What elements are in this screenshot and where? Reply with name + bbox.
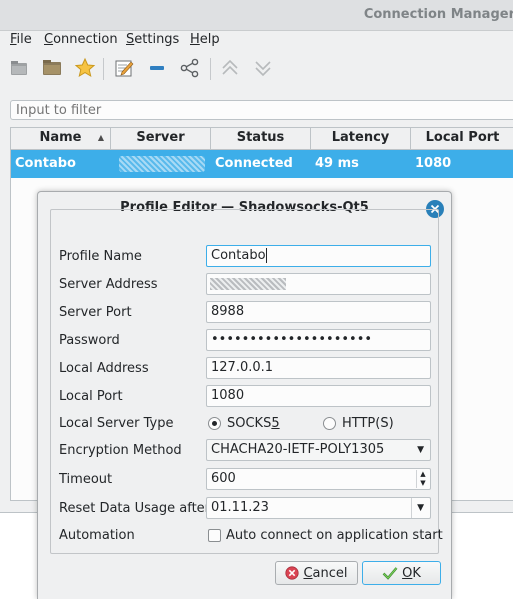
star-icon[interactable] bbox=[72, 55, 98, 81]
table-row[interactable]: Contabo Connected 49 ms 1080 bbox=[11, 150, 513, 178]
cell-local-port: 1080 bbox=[415, 156, 452, 171]
toolbar-separator bbox=[103, 58, 104, 80]
spin-down-icon[interactable]: ▼ bbox=[416, 479, 429, 488]
column-header-local-port[interactable]: Local Port bbox=[411, 128, 513, 149]
encryption-method-select[interactable]: CHACHA20-IETF-POLY1305 ▼ bbox=[206, 439, 431, 461]
label-timeout: Timeout bbox=[59, 472, 113, 487]
label-automation: Automation bbox=[59, 528, 135, 543]
menu-settings[interactable]: Settings bbox=[126, 32, 179, 47]
checkmark-icon bbox=[382, 567, 398, 580]
label-server-address: Server Address bbox=[59, 277, 158, 292]
title-bar: Connection Manager bbox=[0, 0, 513, 31]
column-header-server[interactable]: Server bbox=[111, 128, 211, 149]
auto-connect-label[interactable]: Auto connect on application start bbox=[226, 528, 443, 543]
cell-server-redacted bbox=[119, 156, 205, 172]
server-address-input[interactable] bbox=[206, 273, 431, 295]
server-address-redacted bbox=[210, 278, 286, 290]
label-server-port: Server Port bbox=[59, 305, 132, 320]
profile-name-input[interactable]: Contabo bbox=[206, 245, 431, 267]
radio-https[interactable] bbox=[323, 417, 336, 430]
label-password: Password bbox=[59, 333, 120, 348]
menu-bar: File Connection Settings Help bbox=[0, 30, 513, 50]
column-header-name[interactable]: Name ▲ bbox=[11, 128, 111, 149]
column-header-latency[interactable]: Latency bbox=[311, 128, 411, 149]
label-profile-name: Profile Name bbox=[59, 249, 142, 264]
table-header: Name ▲ Server Status Latency Local Port bbox=[11, 128, 513, 150]
label-encryption-method: Encryption Method bbox=[59, 443, 182, 458]
spin-up-icon[interactable]: ▲ bbox=[416, 470, 429, 479]
column-header-status[interactable]: Status bbox=[211, 128, 311, 149]
radio-socks5-label[interactable]: SOCKS5 bbox=[227, 416, 280, 431]
cell-name: Contabo bbox=[15, 156, 76, 171]
move-up-icon[interactable] bbox=[217, 55, 243, 81]
label-local-port: Local Port bbox=[59, 389, 123, 404]
remove-icon[interactable] bbox=[144, 55, 170, 81]
edit-icon[interactable] bbox=[111, 55, 137, 81]
ok-button[interactable]: OK bbox=[362, 561, 441, 585]
profile-editor-dialog: Profile Editor — Shadowsocks-Qt5 Profile… bbox=[37, 191, 452, 599]
filter-input[interactable] bbox=[10, 100, 513, 120]
menu-help[interactable]: Help bbox=[190, 32, 220, 47]
window-title: Connection Manager bbox=[363, 7, 513, 22]
label-local-server-type: Local Server Type bbox=[59, 416, 174, 431]
label-reset-data-usage: Reset Data Usage after bbox=[59, 501, 211, 516]
reset-date-input[interactable]: 01.11.23 ▼ bbox=[206, 497, 431, 519]
password-input[interactable]: ••••••••••••••••••••• bbox=[206, 329, 431, 351]
disconnect-icon[interactable] bbox=[6, 55, 32, 81]
move-down-icon[interactable] bbox=[250, 55, 276, 81]
cell-status: Connected bbox=[215, 156, 293, 171]
timeout-spinbox[interactable]: 600 ▲ ▼ bbox=[206, 468, 431, 490]
menu-connection[interactable]: Connection bbox=[44, 32, 118, 47]
share-icon[interactable] bbox=[177, 55, 203, 81]
radio-socks5[interactable] bbox=[208, 417, 221, 430]
folder-icon[interactable] bbox=[39, 55, 65, 81]
cancel-button[interactable]: Cancel bbox=[275, 561, 358, 585]
sort-ascending-icon: ▲ bbox=[97, 133, 104, 142]
toolbar-separator bbox=[210, 58, 211, 80]
radio-https-label[interactable]: HTTP(S) bbox=[342, 416, 394, 431]
menu-file[interactable]: File bbox=[10, 32, 32, 47]
chevron-down-icon: ▼ bbox=[417, 445, 424, 455]
server-port-input[interactable]: 8988 bbox=[206, 301, 431, 323]
label-local-address: Local Address bbox=[59, 361, 149, 376]
cell-latency: 49 ms bbox=[315, 156, 359, 171]
cancel-icon bbox=[285, 566, 300, 580]
calendar-dropdown-icon[interactable]: ▼ bbox=[417, 498, 424, 518]
local-address-input[interactable]: 127.0.0.1 bbox=[206, 357, 431, 379]
date-separator bbox=[411, 498, 412, 518]
local-port-input[interactable]: 1080 bbox=[206, 385, 431, 407]
radio-selected-dot bbox=[212, 421, 217, 426]
auto-connect-checkbox[interactable] bbox=[208, 529, 221, 542]
toolbar bbox=[0, 50, 513, 88]
